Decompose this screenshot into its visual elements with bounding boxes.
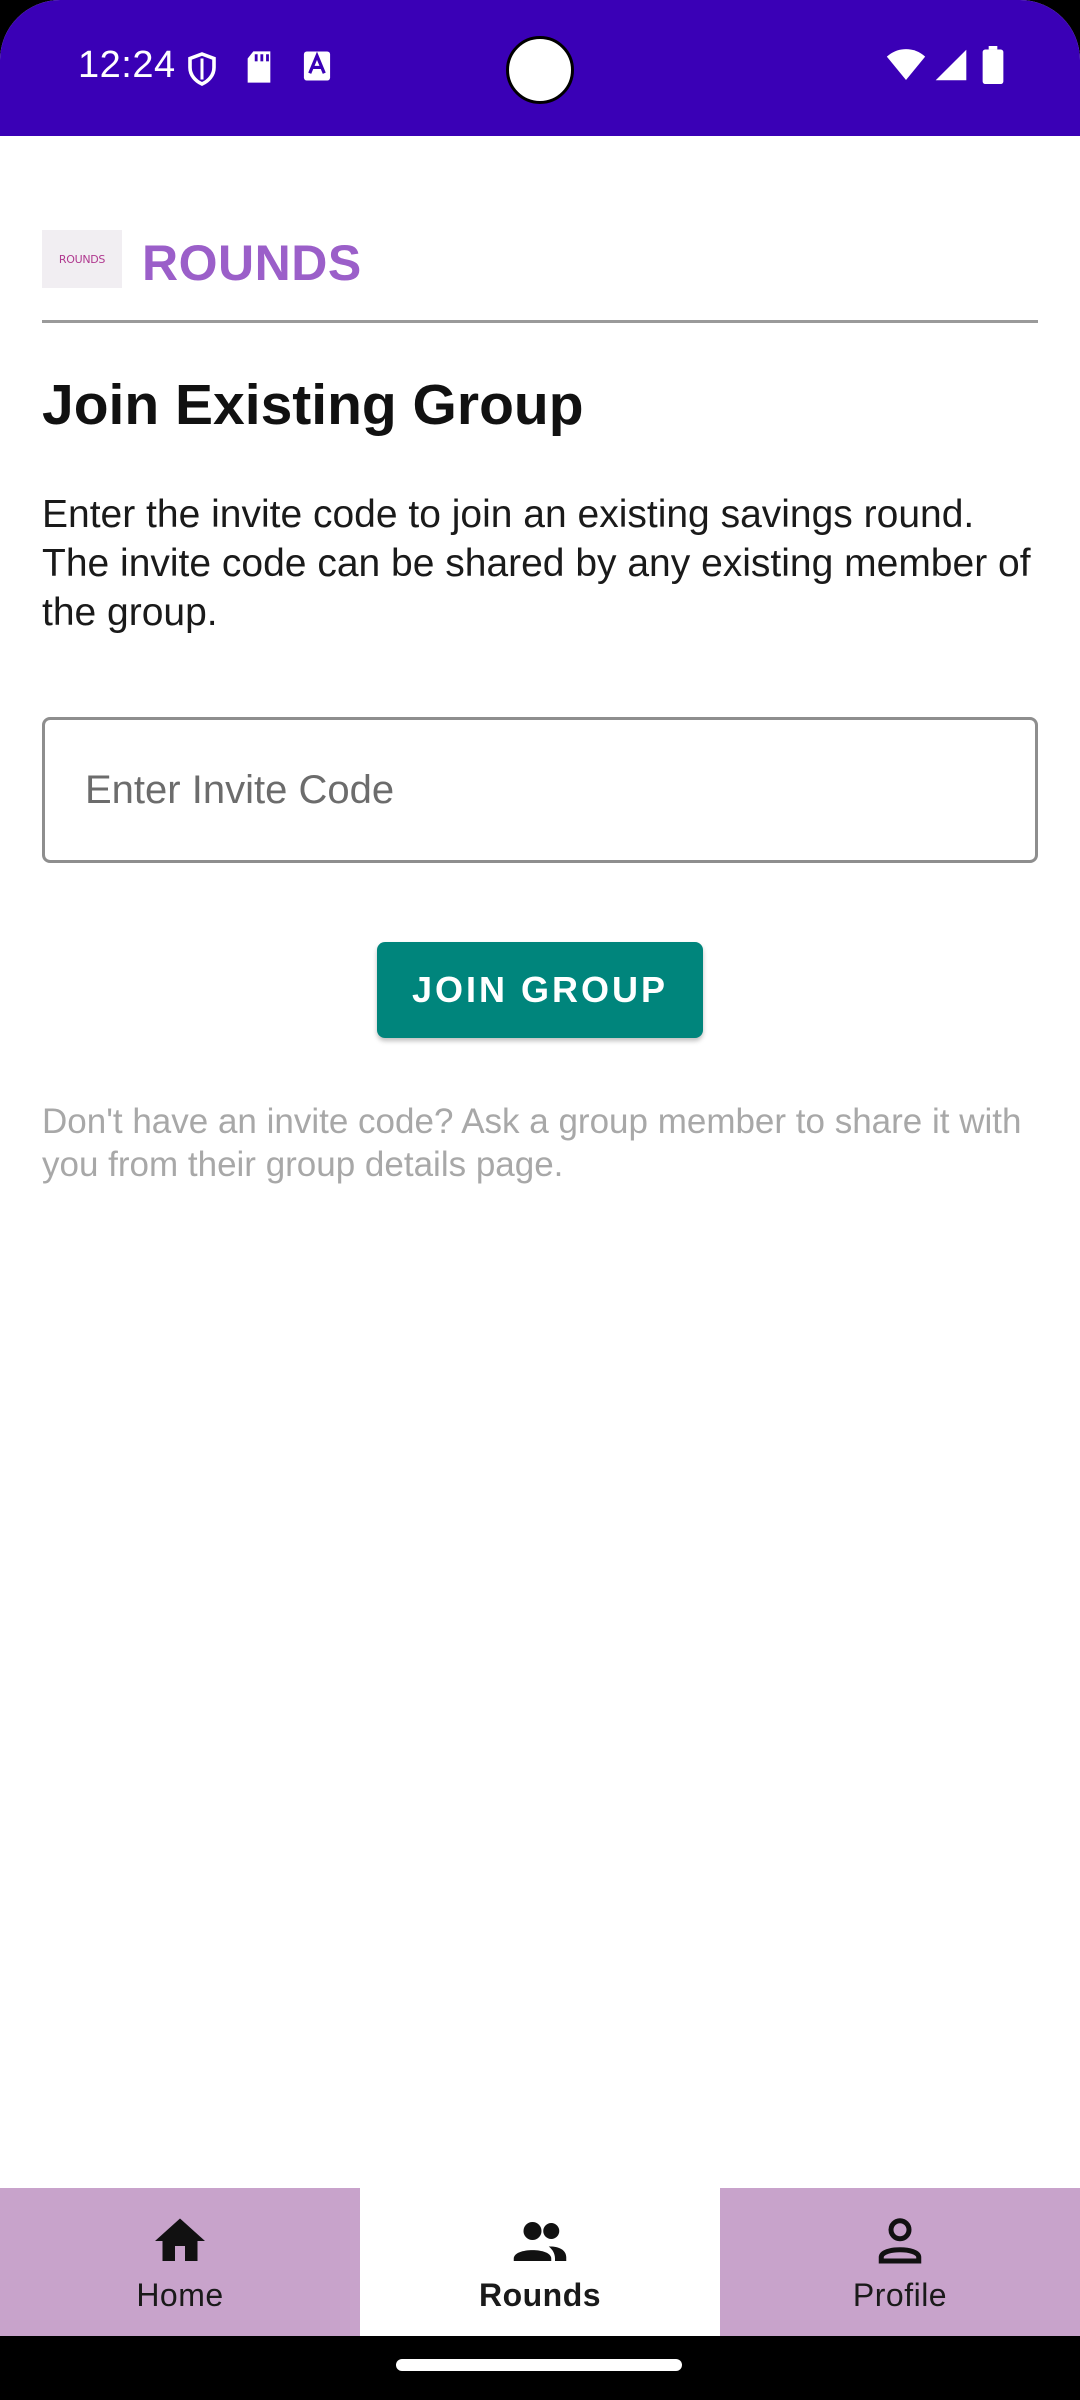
sd-card-icon <box>244 50 274 89</box>
shield-icon <box>184 50 220 93</box>
nav-item-home[interactable]: Home <box>0 2188 360 2336</box>
nav-label-home: Home <box>136 2276 224 2313</box>
app-header: ROUNDS ROUNDS <box>42 230 1038 322</box>
nav-item-rounds[interactable]: Rounds <box>360 2188 720 2336</box>
logo-text: ROUNDS <box>58 252 106 266</box>
nav-label-rounds: Rounds <box>478 2276 602 2313</box>
bottom-nav: Home Rounds Profile <box>0 2188 1080 2336</box>
invite-code-input[interactable] <box>42 717 1038 863</box>
app-logo: ROUNDS <box>42 230 122 288</box>
nav-label-profile: Profile <box>852 2276 948 2313</box>
group-icon <box>513 2221 567 2261</box>
front-camera <box>506 36 574 104</box>
brand-name: ROUNDS <box>142 235 362 291</box>
status-bar: 12:24 <box>0 0 1080 136</box>
join-group-button[interactable]: JOIN GROUP <box>377 942 703 1038</box>
battery-icon <box>982 46 1004 89</box>
gesture-handle[interactable] <box>396 2359 682 2371</box>
wifi-icon <box>886 48 926 87</box>
page-description: Enter the invite code to join an existin… <box>42 493 1031 634</box>
nav-item-profile[interactable]: Profile <box>720 2188 1080 2336</box>
phone-screen: 12:24 ROUNDS ROUNDS Join Existing Group … <box>0 0 1080 2400</box>
person-icon <box>878 2217 922 2263</box>
cell-signal-icon <box>934 48 968 87</box>
header-divider <box>42 320 1038 323</box>
page-title: Join Existing Group <box>42 373 584 437</box>
home-icon <box>155 2218 205 2261</box>
text-a-icon <box>302 50 332 87</box>
invite-hint: Don't have an invite code? Ask a group m… <box>42 1102 1022 1184</box>
status-time: 12:24 <box>78 44 176 86</box>
